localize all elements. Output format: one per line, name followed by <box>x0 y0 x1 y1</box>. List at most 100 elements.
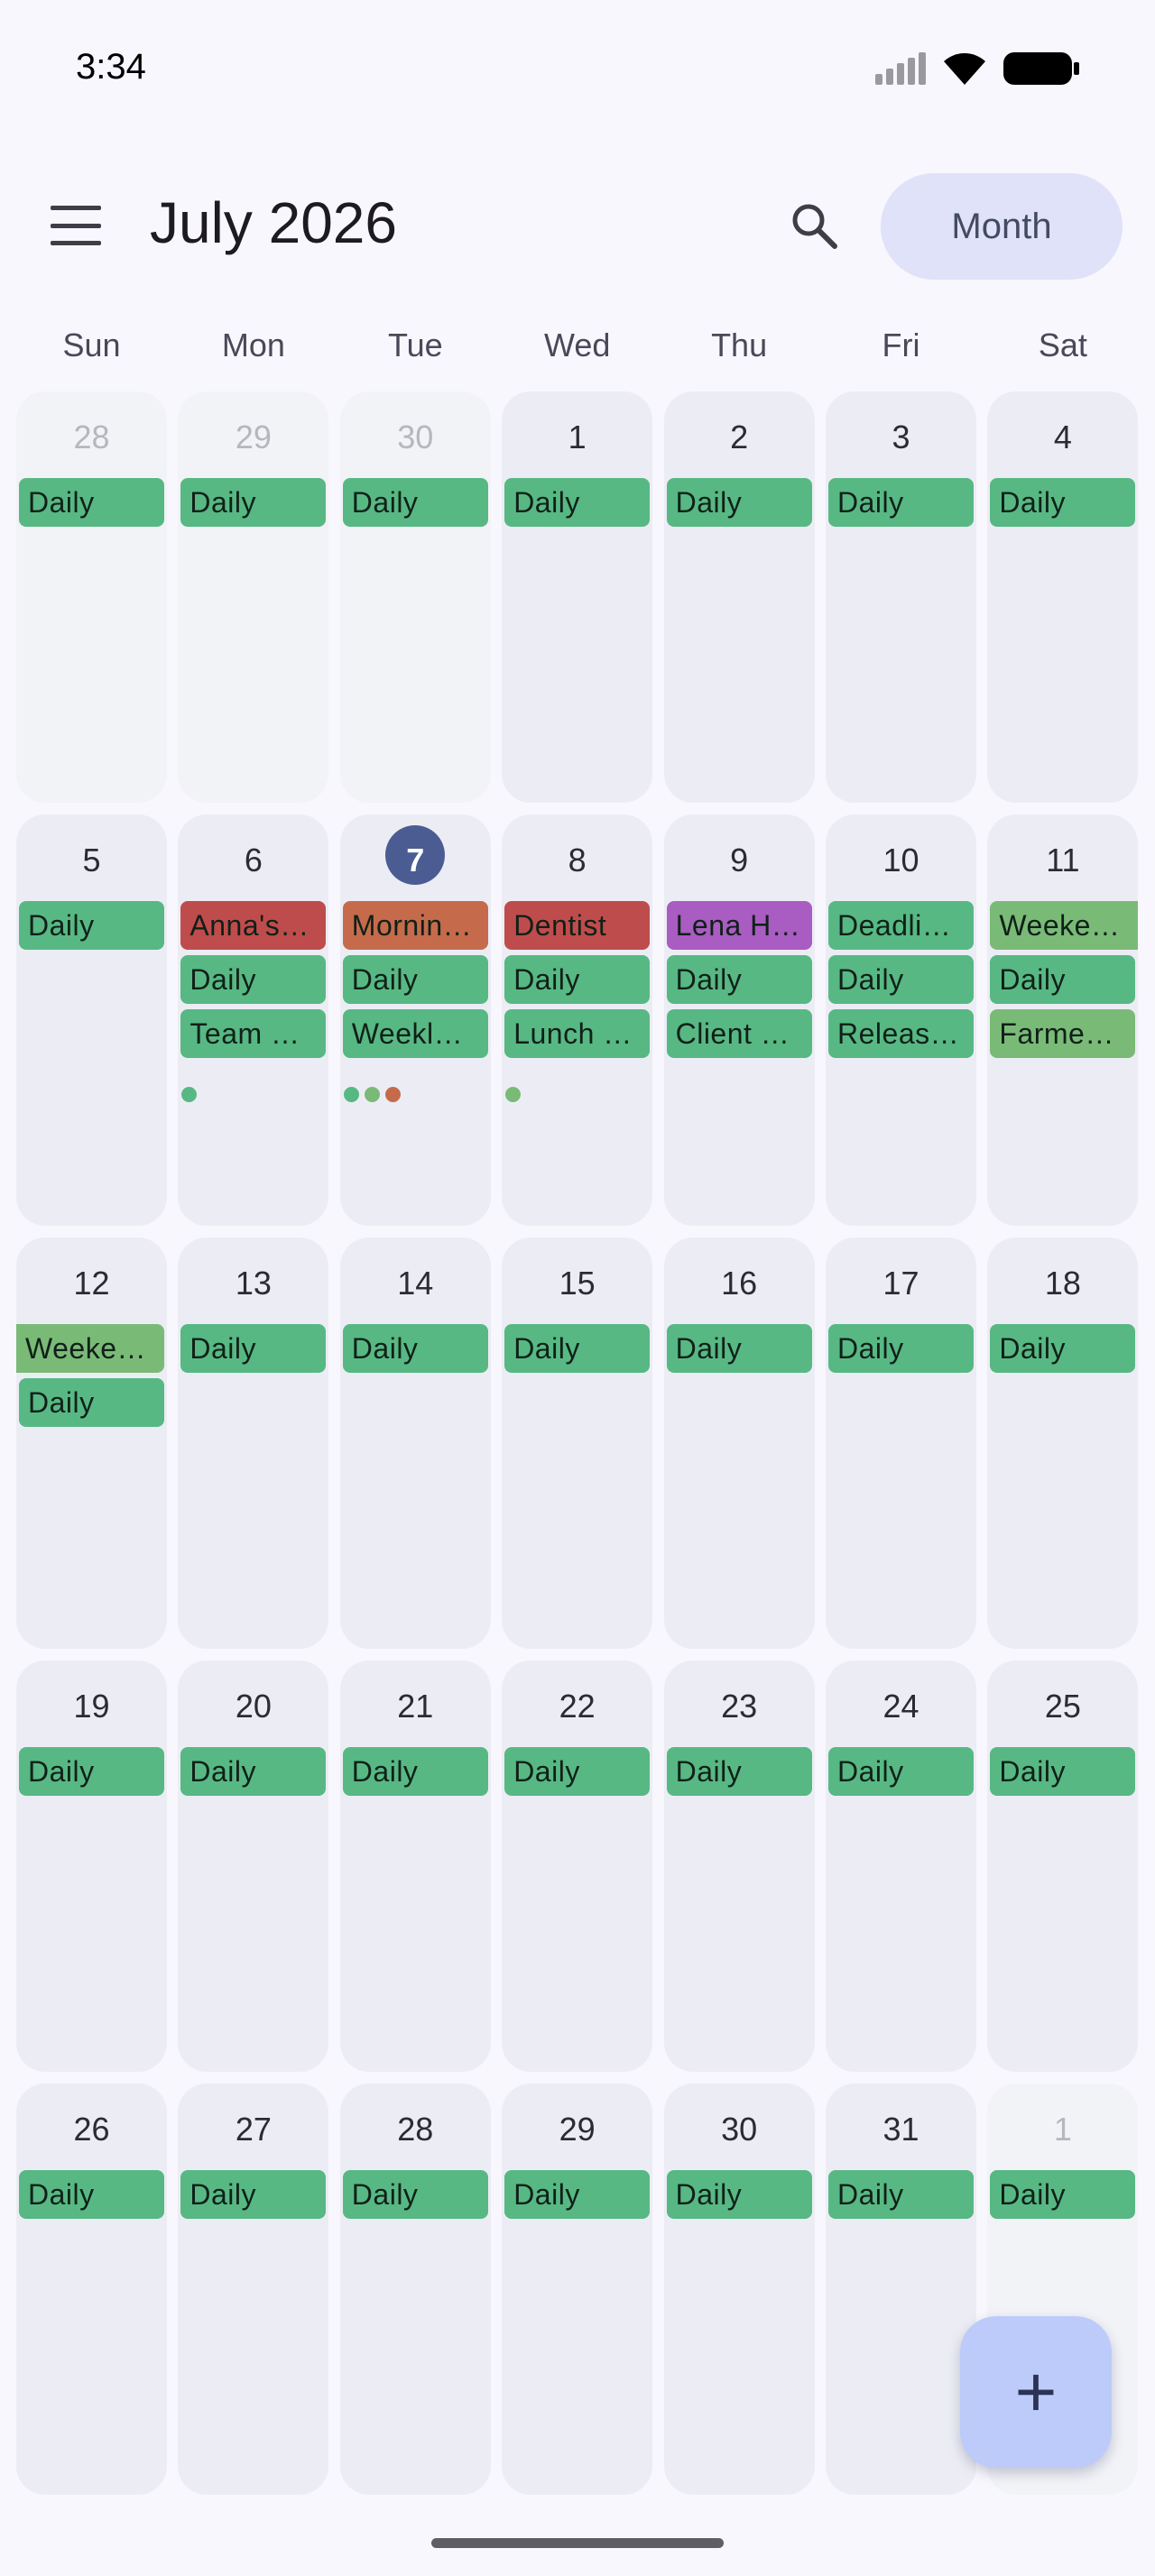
day-cell[interactable]: 20 Daily <box>178 1661 329 2072</box>
event-chip[interactable]: Daily <box>504 1324 651 1373</box>
event-chip[interactable]: Daily <box>990 2170 1136 2219</box>
event-chip[interactable]: Daily <box>828 1747 974 1796</box>
event-chip[interactable]: Daily <box>990 478 1136 527</box>
event-chip[interactable]: Deadli… <box>828 901 974 950</box>
event-chip[interactable]: Daily <box>666 1747 812 1796</box>
day-number: 22 <box>559 1688 596 1725</box>
event-chip[interactable]: Daily <box>19 901 164 950</box>
event-chip[interactable]: Anna's… <box>180 901 327 950</box>
event-chip[interactable]: Daily <box>990 955 1136 1004</box>
event-chip[interactable]: Daily <box>180 478 327 527</box>
event-chip[interactable]: Daily <box>342 1747 488 1796</box>
day-number: 4 <box>1053 419 1072 455</box>
day-cell[interactable]: 28 Daily <box>339 2084 491 2495</box>
event-chip[interactable]: Daily <box>342 478 488 527</box>
event-chip[interactable]: Daily <box>666 1324 812 1373</box>
event-chip[interactable]: Farme… <box>990 1009 1136 1058</box>
battery-icon <box>1003 52 1079 85</box>
day-cell[interactable]: 23 Daily <box>663 1661 815 2072</box>
day-cell[interactable]: 12 Weeke… Daily <box>16 1237 167 1649</box>
day-number: 16 <box>721 1265 758 1302</box>
day-cell[interactable]: 30 Daily <box>339 391 491 803</box>
event-chip[interactable]: Daily <box>666 478 812 527</box>
event-chip[interactable]: Daily <box>19 1378 164 1427</box>
event-chip[interactable]: Daily <box>180 955 327 1004</box>
day-cell[interactable]: 30 Daily <box>663 2084 815 2495</box>
event-chip[interactable]: Lunch … <box>504 1009 651 1058</box>
event-chip[interactable]: Daily <box>19 478 164 527</box>
event-chip[interactable]: Daily <box>828 2170 974 2219</box>
event-dot <box>364 1087 380 1102</box>
day-cell[interactable]: 13 Daily <box>178 1237 329 1649</box>
event-chip[interactable]: Weeke… <box>16 1324 164 1373</box>
view-mode-button[interactable]: Month <box>881 173 1123 280</box>
day-number: 24 <box>882 1688 919 1725</box>
event-chip[interactable]: Daily <box>342 2170 488 2219</box>
day-cell[interactable]: 8 Dentist Daily Lunch … <box>502 814 653 1226</box>
day-cell[interactable]: 15 Daily <box>502 1237 653 1649</box>
day-cell[interactable]: 28 Daily <box>16 391 167 803</box>
day-cell[interactable]: 16 Daily <box>663 1237 815 1649</box>
event-chip[interactable]: Daily <box>180 1324 327 1373</box>
event-chip[interactable]: Daily <box>19 1747 164 1796</box>
add-event-button[interactable]: + <box>960 2316 1112 2468</box>
event-chip[interactable]: Client … <box>666 1009 812 1058</box>
event-chip[interactable]: Daily <box>19 2170 164 2219</box>
event-chip[interactable]: Daily <box>180 1747 327 1796</box>
day-cell[interactable]: 7 Mornin… Daily Weekl… <box>339 814 491 1226</box>
menu-button[interactable] <box>47 200 105 251</box>
event-chip[interactable]: Daily <box>828 955 974 1004</box>
event-chip[interactable]: Daily <box>504 955 651 1004</box>
day-number: 5 <box>82 842 101 879</box>
event-chip[interactable]: Daily <box>342 955 488 1004</box>
day-cell[interactable]: 22 Daily <box>502 1661 653 2072</box>
day-cell[interactable]: 3 Daily <box>826 391 976 803</box>
day-cell[interactable]: 26 Daily <box>16 2084 167 2495</box>
day-cell[interactable]: 10 Deadli… Daily Releas… <box>826 814 976 1226</box>
event-chip[interactable]: Weeke… <box>990 901 1139 950</box>
day-cell[interactable]: 27 Daily <box>178 2084 329 2495</box>
day-cell[interactable]: 5 Daily <box>16 814 167 1226</box>
event-chip[interactable]: Daily <box>828 1324 974 1373</box>
day-cell[interactable]: 18 Daily <box>987 1237 1139 1649</box>
day-cell[interactable]: 4 Daily <box>987 391 1139 803</box>
event-chip[interactable]: Releas… <box>828 1009 974 1058</box>
weekday-sat: Sat <box>1038 327 1087 363</box>
day-cell[interactable]: 29 Daily <box>502 2084 653 2495</box>
event-chip[interactable]: Dentist <box>504 901 651 950</box>
home-indicator[interactable] <box>431 2538 724 2548</box>
day-number: 29 <box>235 419 272 455</box>
more-events-indicator <box>505 1087 522 1102</box>
day-cell[interactable]: 25 Daily <box>987 1661 1139 2072</box>
day-cell[interactable]: 2 Daily <box>663 391 815 803</box>
day-number: 27 <box>235 2111 272 2148</box>
day-cell[interactable]: 24 Daily <box>826 1661 976 2072</box>
event-chip[interactable]: Daily <box>342 1324 488 1373</box>
day-cell[interactable]: 14 Daily <box>339 1237 491 1649</box>
event-chip[interactable]: Team … <box>180 1009 327 1058</box>
event-chip[interactable]: Daily <box>990 1747 1136 1796</box>
event-chip[interactable]: Daily <box>504 1747 651 1796</box>
day-cell[interactable]: 11 Weeke… Daily Farme… <box>987 814 1139 1226</box>
event-chip[interactable]: Daily <box>666 955 812 1004</box>
event-chip[interactable]: Lena H… <box>666 901 812 950</box>
day-number: 10 <box>882 842 919 879</box>
event-chip[interactable]: Daily <box>828 478 974 527</box>
day-cell[interactable]: 19 Daily <box>16 1661 167 2072</box>
event-chip[interactable]: Daily <box>504 2170 651 2219</box>
day-cell[interactable]: 9 Lena H… Daily Client … <box>663 814 815 1226</box>
day-cell[interactable]: 6 Anna's… Daily Team … <box>178 814 329 1226</box>
day-cell[interactable]: 21 Daily <box>339 1661 491 2072</box>
search-button[interactable] <box>787 198 841 253</box>
event-chip[interactable]: Daily <box>180 2170 327 2219</box>
day-number: 7 <box>406 842 425 879</box>
event-chip[interactable]: Daily <box>666 2170 812 2219</box>
day-cell[interactable]: 29 Daily <box>178 391 329 803</box>
event-chip[interactable]: Daily <box>990 1324 1136 1373</box>
day-cell[interactable]: 1 Daily <box>502 391 653 803</box>
day-cell[interactable]: 31 Daily <box>826 2084 976 2495</box>
event-chip[interactable]: Weekl… <box>342 1009 488 1058</box>
event-chip[interactable]: Mornin… <box>342 901 488 950</box>
day-cell[interactable]: 17 Daily <box>826 1237 976 1649</box>
event-chip[interactable]: Daily <box>504 478 651 527</box>
